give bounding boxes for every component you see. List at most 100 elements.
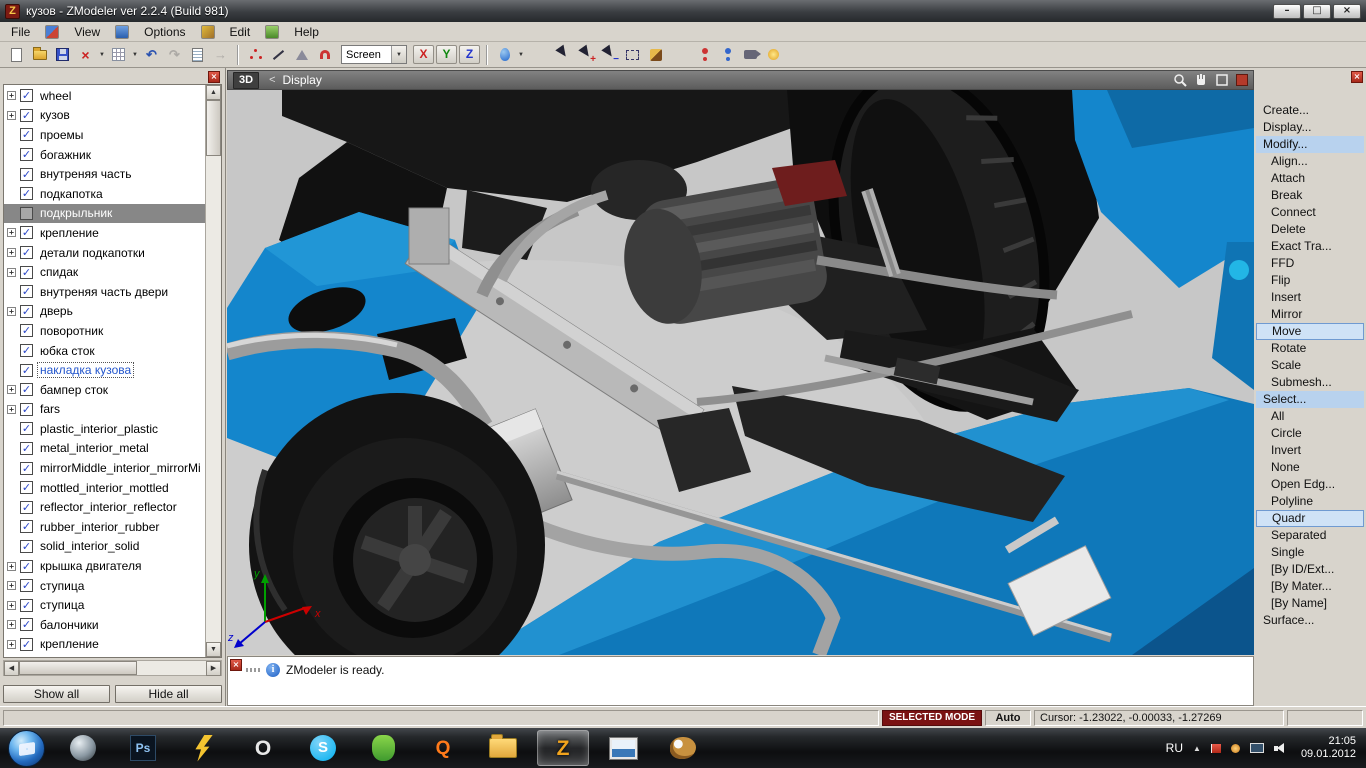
close-command-panel-icon[interactable]: × <box>1351 71 1363 83</box>
command-item-mirror[interactable]: Mirror <box>1256 306 1364 323</box>
action-center-flag-icon[interactable] <box>1211 744 1221 753</box>
visibility-checkbox[interactable]: ✓ <box>20 638 33 651</box>
new-icon[interactable] <box>5 44 28 65</box>
tree-item[interactable]: +✓fars <box>4 400 206 420</box>
dropdown-arrow-icon[interactable]: ▼ <box>97 44 107 65</box>
taskbar-paint-button[interactable] <box>657 730 709 766</box>
scroll-right-icon[interactable]: ▶ <box>206 661 221 676</box>
expander-icon[interactable]: + <box>7 581 16 590</box>
menubar-icon[interactable] <box>265 25 279 39</box>
visibility-checkbox[interactable]: ✓ <box>20 285 33 298</box>
menubar-icon[interactable] <box>115 25 129 39</box>
tree-item[interactable]: +✓дверь <box>4 302 206 322</box>
command-item-none[interactable]: None <box>1256 459 1364 476</box>
axis-x-button[interactable]: X <box>413 45 434 64</box>
paint-select-icon[interactable] <box>644 44 667 65</box>
taskbar-folder-button[interactable] <box>477 730 529 766</box>
tree-item[interactable]: ✓mirrorMiddle_interior_mirrorMi <box>4 458 206 478</box>
command-item-create[interactable]: Create... <box>1256 102 1364 119</box>
command-item-rotate[interactable]: Rotate <box>1256 340 1364 357</box>
visibility-checkbox[interactable]: ✓ <box>20 148 33 161</box>
tree-item[interactable]: ✓plastic_interior_plastic <box>4 419 206 439</box>
command-item-select[interactable]: Select... <box>1256 391 1364 408</box>
start-button[interactable] <box>8 730 45 767</box>
visibility-checkbox[interactable]: ✓ <box>20 501 33 514</box>
visibility-checkbox[interactable]: ✓ <box>20 540 33 553</box>
view-mode-button[interactable]: 3D <box>233 72 259 89</box>
undo-icon[interactable]: ↶ <box>140 44 163 65</box>
command-item-delete[interactable]: Delete <box>1256 221 1364 238</box>
tree-item[interactable]: +✓крепление <box>4 635 206 655</box>
screen-mode-combo[interactable]: Screen▼ <box>341 45 407 64</box>
visibility-checkbox[interactable]: ✓ <box>20 560 33 573</box>
command-item-move[interactable]: Move <box>1256 323 1364 340</box>
command-item-modify[interactable]: Modify... <box>1256 136 1364 153</box>
command-item-quadr[interactable]: Quadr <box>1256 510 1364 527</box>
maximize-button[interactable]: □ <box>1303 4 1331 19</box>
auto-toggle[interactable]: Auto <box>985 710 1031 726</box>
visibility-checkbox[interactable]: ✓ <box>20 266 33 279</box>
tree-item[interactable]: +✓wheel <box>4 86 206 106</box>
tree-item[interactable]: +✓ступица <box>4 595 206 615</box>
command-item-display[interactable]: Display... <box>1256 119 1364 136</box>
visibility-checkbox[interactable]: ✓ <box>20 403 33 416</box>
tree-item[interactable]: ✓поворотник <box>4 321 206 341</box>
visibility-checkbox[interactable]: ✓ <box>20 383 33 396</box>
scroll-down-icon[interactable]: ▼ <box>206 642 221 657</box>
taskbar-skype-button[interactable]: S <box>297 730 349 766</box>
command-item-surface[interactable]: Surface... <box>1256 612 1364 629</box>
command-item-polyline[interactable]: Polyline <box>1256 493 1364 510</box>
minimize-button[interactable]: – <box>1273 4 1301 19</box>
tree-item[interactable]: ✓богажник <box>4 145 206 165</box>
command-item-by-mater[interactable]: [By Mater... <box>1256 578 1364 595</box>
clock[interactable]: 21:05 09.01.2012 <box>1297 735 1356 761</box>
open-icon[interactable] <box>28 44 51 65</box>
tree-item[interactable]: ✓накладка кузова <box>4 360 206 380</box>
horizontal-scroll-thumb[interactable] <box>19 661 137 675</box>
delete-icon[interactable]: × <box>74 44 97 65</box>
command-item-separated[interactable]: Separated <box>1256 527 1364 544</box>
command-item-all[interactable]: All <box>1256 408 1364 425</box>
export-icon[interactable]: → <box>209 44 232 65</box>
axis-y-button[interactable]: Y <box>436 45 457 64</box>
maximize-view-icon[interactable] <box>1215 73 1229 87</box>
visibility-checkbox[interactable]: ✓ <box>20 364 33 377</box>
show-all-button[interactable]: Show all <box>3 685 110 703</box>
3d-canvas[interactable]: y x z <box>227 90 1254 655</box>
visibility-checkbox[interactable]: ✓ <box>20 128 33 141</box>
command-item-circle[interactable]: Circle <box>1256 425 1364 442</box>
command-item-single[interactable]: Single <box>1256 544 1364 561</box>
visibility-checkbox[interactable]: ✓ <box>20 618 33 631</box>
menu-item-file[interactable]: File <box>3 23 38 41</box>
tree-item[interactable]: +✓детали подкапотки <box>4 243 206 263</box>
visibility-checkbox[interactable]: ✓ <box>20 422 33 435</box>
tree-item[interactable]: ✓rubber_interior_rubber <box>4 517 206 537</box>
view-back-button[interactable]: < <box>269 74 275 86</box>
visibility-checkbox[interactable] <box>20 207 33 220</box>
command-item-invert[interactable]: Invert <box>1256 442 1364 459</box>
figure-icon[interactable] <box>716 44 739 65</box>
command-item-open-edg[interactable]: Open Edg... <box>1256 476 1364 493</box>
command-item-submesh[interactable]: Submesh... <box>1256 374 1364 391</box>
command-item-by-id-ext[interactable]: [By ID/Ext... <box>1256 561 1364 578</box>
light-icon[interactable] <box>762 44 785 65</box>
camera-icon[interactable] <box>739 44 762 65</box>
combo-dropdown-icon[interactable]: ▼ <box>391 46 406 63</box>
command-item-attach[interactable]: Attach <box>1256 170 1364 187</box>
command-item-insert[interactable]: Insert <box>1256 289 1364 306</box>
visibility-checkbox[interactable]: ✓ <box>20 599 33 612</box>
menu-item-view[interactable]: View <box>66 23 108 41</box>
command-item-align[interactable]: Align... <box>1256 153 1364 170</box>
menubar-icon[interactable] <box>45 25 59 39</box>
visibility-checkbox[interactable]: ✓ <box>20 226 33 239</box>
taskbar-lightning-button[interactable] <box>177 730 229 766</box>
expander-icon[interactable]: + <box>7 601 16 610</box>
expander-icon[interactable]: + <box>7 405 16 414</box>
material-icon[interactable] <box>493 44 516 65</box>
lasso-icon[interactable] <box>621 44 644 65</box>
tree-item[interactable]: подкрыльник <box>4 204 206 224</box>
tree-item[interactable]: ✓metal_interior_metal <box>4 439 206 459</box>
visibility-checkbox[interactable]: ✓ <box>20 481 33 494</box>
visibility-checkbox[interactable]: ✓ <box>20 89 33 102</box>
taskbar-qip-button[interactable]: Q <box>417 730 469 766</box>
